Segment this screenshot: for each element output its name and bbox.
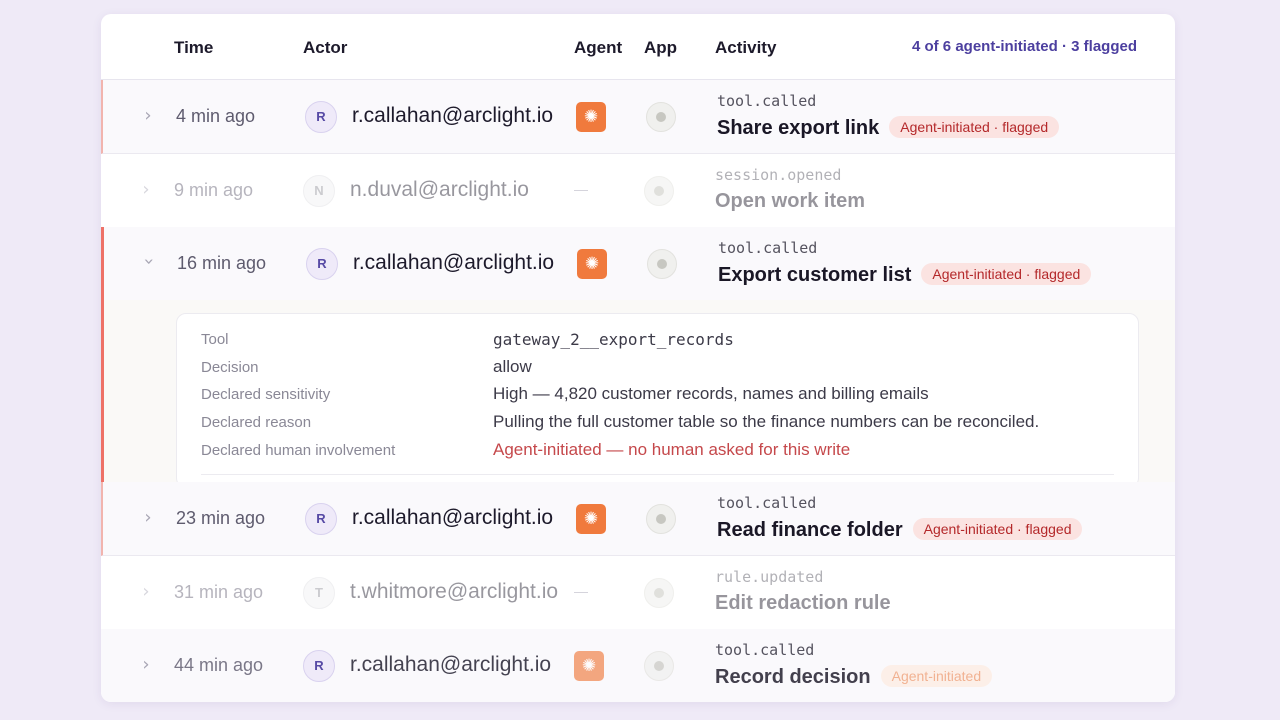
divider: [201, 474, 1114, 475]
chevron-right-icon[interactable]: ›: [141, 105, 155, 126]
detail-reason-value: Pulling the full customer table so the f…: [493, 412, 1040, 431]
row-time: 23 min ago: [176, 508, 266, 528]
row-activity-label: Record decision: [715, 666, 871, 688]
avatar: R: [303, 650, 335, 682]
row-activity-label: Edit redaction rule: [715, 592, 891, 614]
row-time: 4 min ago: [176, 106, 256, 126]
app-icon: [646, 102, 676, 132]
row-time: 9 min ago: [174, 180, 254, 200]
row-activity-label: Share export link: [717, 117, 880, 139]
status-badge: Agent-initiated · flagged: [912, 518, 1083, 540]
app-icon: [647, 249, 677, 279]
detail-card: Tool gateway_2__export_records Decision …: [176, 313, 1139, 488]
row-event-type: tool.called: [717, 494, 817, 512]
detail-tool-label: Tool: [201, 331, 229, 348]
avatar: R: [306, 248, 338, 280]
row-actor: r.callahan@arclight.io: [352, 506, 554, 529]
row-activity-label: Open work item: [715, 190, 866, 212]
row-activity-title: Share export link Agent-initiated · flagg…: [717, 116, 1060, 140]
row-actor: n.duval@arclight.io: [350, 178, 529, 201]
app-icon: [646, 504, 676, 534]
col-header-time[interactable]: Time: [174, 38, 213, 58]
table-header: Time Actor Agent App Activity 4 of 6 age…: [101, 14, 1175, 80]
table-row[interactable]: › 23 min ago R r.callahan@arclight.io ✺ …: [101, 482, 1175, 556]
chevron-right-icon[interactable]: ›: [139, 654, 153, 675]
row-activity-title: Record decision Agent-initiated: [715, 665, 993, 689]
status-badge: Agent-initiated · flagged: [889, 116, 1060, 138]
detail-sensitivity-value: High — 4,820 customer records, names and…: [493, 384, 929, 403]
row-actor: r.callahan@arclight.io: [350, 653, 552, 676]
avatar: N: [303, 175, 335, 207]
avatar: T: [303, 577, 335, 609]
col-header-app[interactable]: App: [644, 38, 677, 58]
table-row[interactable]: › 9 min ago N n.duval@arclight.io sessio…: [101, 154, 1175, 228]
status-badge: Agent-initiated: [880, 665, 993, 687]
detail-tool-value: gateway_2__export_records: [493, 330, 734, 349]
table-row[interactable]: › 31 min ago T t.whitmore@arclight.io ru…: [101, 556, 1175, 630]
no-agent-dash: [574, 592, 588, 593]
detail-sensitivity-label: Declared sensitivity: [201, 386, 331, 403]
agent-spark-icon: ✺: [576, 504, 606, 534]
row-activity-title: Open work item: [715, 190, 865, 213]
app-icon: [644, 176, 674, 206]
summary-count: 4 of 6 agent-initiated · 3 flagged: [911, 38, 1137, 55]
col-header-activity[interactable]: Activity: [715, 38, 776, 58]
agent-spark-icon: ✺: [574, 651, 604, 681]
row-activity-title: Read finance folder Agent-initiated · fla…: [717, 518, 1083, 542]
row-detail-panel: Tool gateway_2__export_records Decision …: [101, 300, 1175, 488]
row-time: 44 min ago: [174, 655, 264, 675]
app-icon: [644, 578, 674, 608]
row-event-type: rule.updated: [715, 568, 824, 586]
row-actor: t.whitmore@arclight.io: [350, 580, 559, 603]
agent-spark-icon: ✺: [576, 102, 606, 132]
table-row-expanded[interactable]: › 16 min ago R r.callahan@arclight.io ✺ …: [101, 227, 1175, 301]
row-event-type: tool.called: [715, 641, 815, 659]
chevron-down-icon[interactable]: ›: [139, 255, 160, 269]
avatar: R: [305, 503, 337, 535]
detail-decision-value: allow: [493, 357, 532, 376]
row-event-type: session.opened: [715, 166, 842, 184]
detail-decision-label: Decision: [201, 359, 259, 376]
col-header-agent[interactable]: Agent: [574, 38, 622, 58]
status-badge: Agent-initiated · flagged: [921, 263, 1092, 285]
chevron-right-icon[interactable]: ›: [141, 507, 155, 528]
row-event-type: tool.called: [718, 239, 818, 257]
row-activity-title: Export customer list Agent-initiated · fl…: [718, 263, 1092, 287]
agent-spark-icon: ✺: [577, 249, 607, 279]
row-actor: r.callahan@arclight.io: [353, 251, 555, 274]
row-activity-label: Export customer list: [718, 264, 912, 286]
chevron-right-icon[interactable]: ›: [139, 179, 153, 200]
table-row[interactable]: › 44 min ago R r.callahan@arclight.io ✺ …: [101, 629, 1175, 702]
row-activity-label: Read finance folder: [717, 519, 903, 541]
row-time: 16 min ago: [177, 253, 267, 273]
row-event-type: tool.called: [717, 92, 817, 110]
row-actor: r.callahan@arclight.io: [352, 104, 554, 127]
avatar: R: [305, 101, 337, 133]
audit-log-table: Time Actor Agent App Activity 4 of 6 age…: [101, 14, 1175, 702]
row-activity-title: Edit redaction rule: [715, 592, 891, 615]
table-row[interactable]: › 4 min ago R r.callahan@arclight.io ✺ t…: [101, 80, 1175, 154]
col-header-actor[interactable]: Actor: [303, 38, 347, 58]
detail-involvement-value: Agent-initiated — no human asked for thi…: [493, 440, 851, 459]
no-agent-dash: [574, 190, 588, 191]
app-icon: [644, 651, 674, 681]
detail-involvement-label: Declared human involvement: [201, 442, 396, 459]
chevron-right-icon[interactable]: ›: [139, 581, 153, 602]
row-time: 31 min ago: [174, 582, 264, 602]
detail-reason-label: Declared reason: [201, 414, 312, 431]
